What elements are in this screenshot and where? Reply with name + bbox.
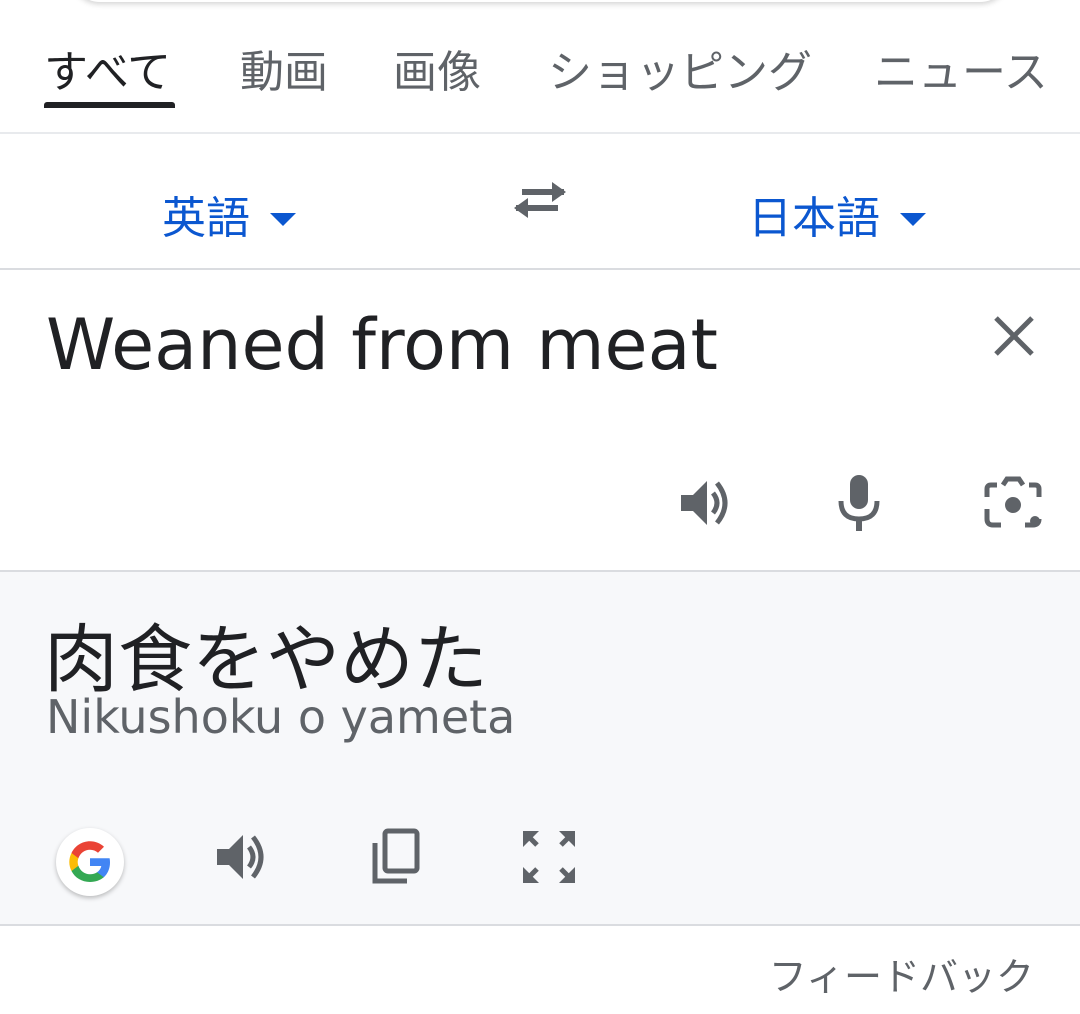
active-tab-indicator <box>44 102 175 108</box>
close-icon <box>994 316 1034 356</box>
camera-translate-button[interactable] <box>978 468 1048 538</box>
speaker-icon <box>217 835 264 879</box>
feedback-link[interactable]: フィードバック <box>769 946 1034 1001</box>
google-logo-icon <box>69 841 110 882</box>
target-language-label: 日本語 <box>748 193 880 244</box>
search-tabs: すべて 動画 画像 ショッピング ニュース <box>0 0 1080 134</box>
source-language-label: 英語 <box>162 193 250 244</box>
tab-videos[interactable]: 動画 <box>240 36 328 100</box>
clear-text-button[interactable] <box>990 312 1038 360</box>
tab-images[interactable]: 画像 <box>393 36 481 100</box>
fullscreen-button[interactable] <box>514 822 584 892</box>
romanization-text: Nikushoku o yameta <box>46 690 516 744</box>
camera-icon <box>984 476 1042 528</box>
source-text-panel: Weaned from meat <box>0 270 1080 572</box>
google-translate-link[interactable] <box>56 828 124 896</box>
swap-languages-button[interactable] <box>510 178 570 228</box>
copy-icon <box>372 828 420 884</box>
voice-input-button[interactable] <box>824 468 894 538</box>
listen-source-button[interactable] <box>670 468 740 538</box>
caret-down-icon <box>900 212 926 226</box>
source-text-input[interactable]: Weaned from meat <box>46 304 718 386</box>
source-language-button[interactable]: 英語 <box>162 182 296 246</box>
tab-all[interactable]: すべて <box>44 36 171 100</box>
fullscreen-icon <box>523 831 575 883</box>
speaker-icon <box>681 481 728 525</box>
tab-news[interactable]: ニュース <box>874 36 1048 100</box>
listen-translation-button[interactable] <box>206 822 276 892</box>
translation-result-panel: 肉食をやめた Nikushoku o yameta <box>0 572 1080 926</box>
mic-icon <box>838 475 880 531</box>
caret-down-icon <box>270 212 296 226</box>
swap-icon <box>514 182 566 218</box>
copy-translation-button[interactable] <box>360 822 430 892</box>
tab-shopping[interactable]: ショッピング <box>548 36 812 100</box>
target-language-button[interactable]: 日本語 <box>748 182 926 246</box>
language-selector-row: 英語 日本語 <box>0 134 1080 270</box>
